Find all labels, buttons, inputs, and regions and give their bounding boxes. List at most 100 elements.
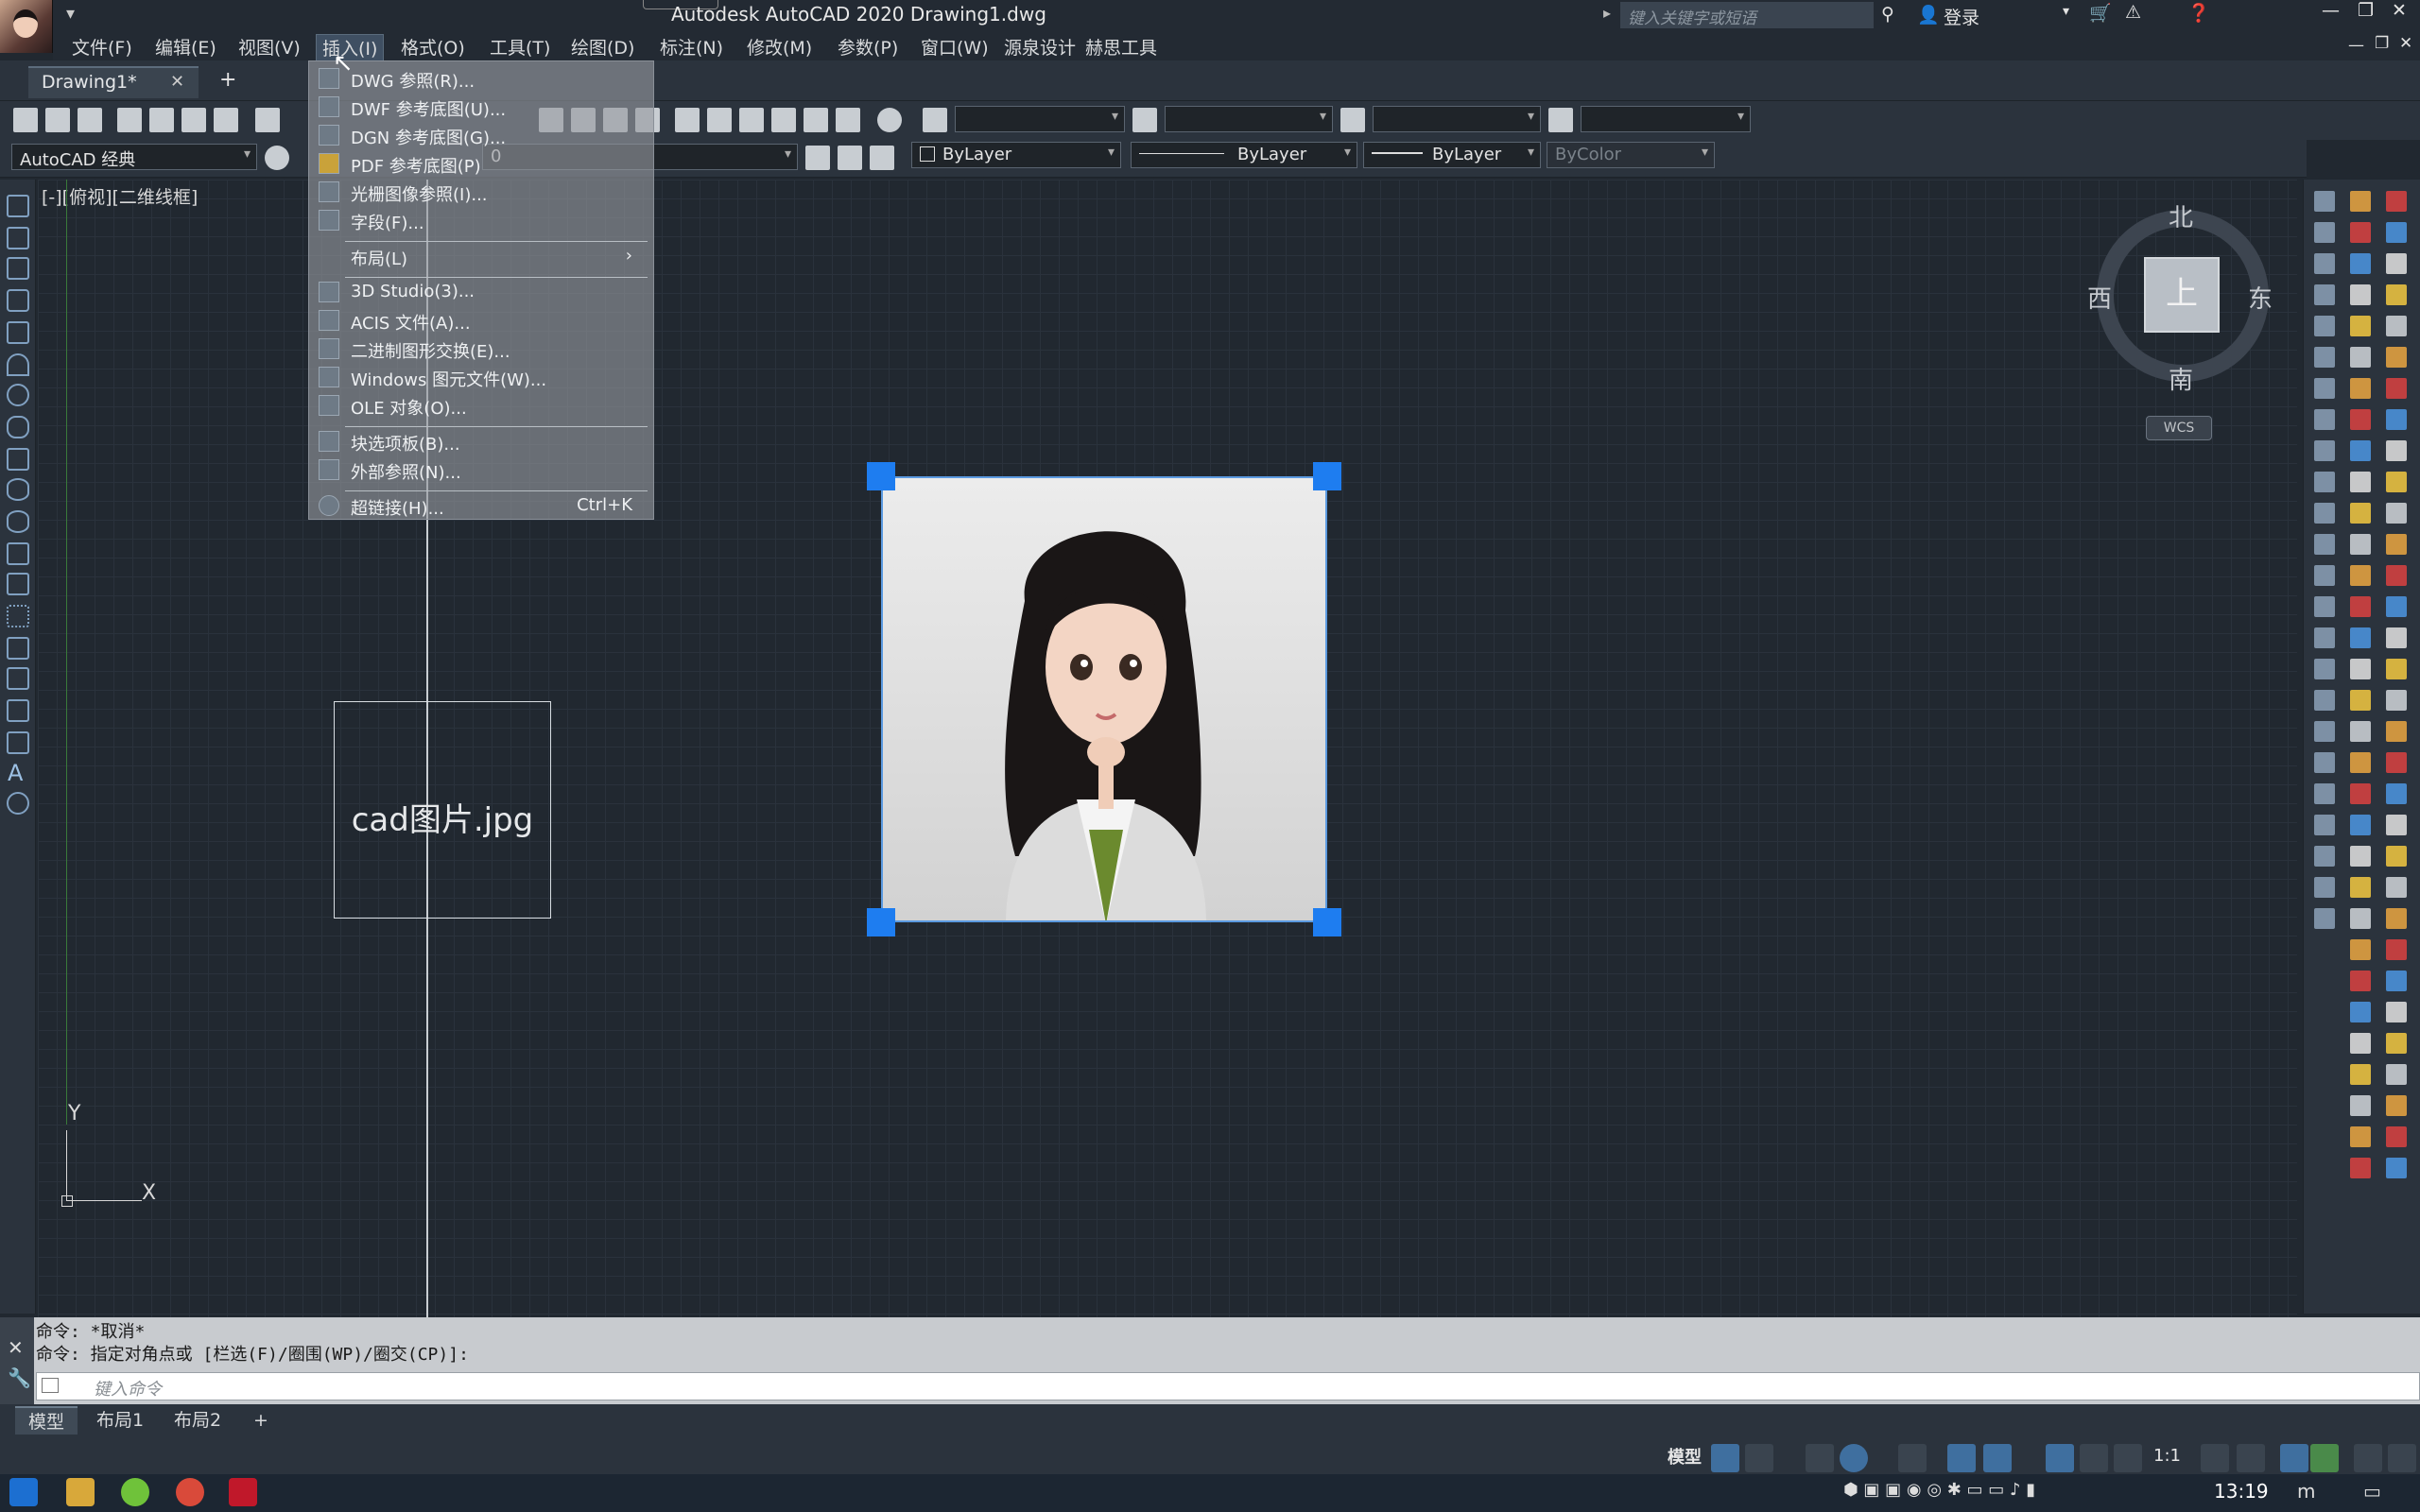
construction-line-icon[interactable] — [7, 227, 29, 249]
search-expand-icon[interactable]: ▸ — [1603, 4, 1611, 22]
modify-tool-icon[interactable] — [2350, 472, 2371, 492]
modify-tool-icon[interactable] — [2350, 721, 2371, 742]
viewport-controls[interactable]: [-][俯视][二维线框] — [42, 183, 198, 209]
scale-select[interactable]: 1:1 — [2153, 1446, 2181, 1466]
color-select[interactable]: ByLayer ▾ — [911, 142, 1121, 168]
modify-tool-icon[interactable] — [2314, 659, 2335, 679]
menu-item-dwf-underlay[interactable]: DWF 参考底图(U)... — [309, 94, 655, 122]
tab-close-icon[interactable]: ✕ — [170, 72, 184, 92]
autocad-taskbar-icon[interactable] — [229, 1478, 257, 1506]
menu-hesi-tools[interactable]: 赫思工具 — [1085, 34, 1157, 60]
modify-tool-icon[interactable] — [2386, 440, 2407, 461]
modify-tool-icon[interactable] — [2350, 627, 2371, 648]
grip-top-right[interactable] — [1313, 462, 1341, 490]
modify-tool-icon[interactable] — [2350, 1158, 2371, 1178]
user-icon[interactable]: 👤 — [1917, 4, 1940, 26]
modify-tool-icon[interactable] — [2350, 284, 2371, 305]
units-icon[interactable] — [2280, 1444, 2308, 1472]
isometric-icon[interactable] — [1898, 1444, 1927, 1472]
menu-item-acis-file[interactable]: ACIS 文件(A)... — [309, 307, 655, 335]
revision-cloud-icon[interactable] — [7, 416, 29, 438]
multileader-style-select[interactable]: ▾ — [1581, 106, 1751, 132]
polyline-icon[interactable] — [7, 257, 29, 280]
hatch-icon[interactable] — [7, 637, 29, 660]
chrome-icon[interactable] — [176, 1478, 204, 1506]
cart-icon[interactable]: 🛒 — [2089, 2, 2112, 24]
modify-tool-icon[interactable] — [2314, 191, 2335, 212]
properties-icon[interactable] — [675, 108, 700, 132]
modify-tool-icon[interactable] — [2386, 690, 2407, 711]
tab-model[interactable]: 模型 — [15, 1406, 78, 1435]
command-input[interactable]: 键入命令 — [36, 1372, 2420, 1400]
table-icon[interactable] — [7, 731, 29, 754]
text-style-select[interactable]: ▾ — [955, 106, 1125, 132]
modify-tool-icon[interactable] — [2314, 596, 2335, 617]
dim-style-select[interactable]: ▾ — [1165, 106, 1333, 132]
doc-minimize-icon[interactable]: — — [2348, 36, 2364, 55]
a360-icon[interactable]: ⚠ — [2125, 2, 2141, 23]
modify-tool-icon[interactable] — [2350, 815, 2371, 835]
modify-tool-icon[interactable] — [2314, 721, 2335, 742]
tab-drawing1[interactable]: Drawing1* ✕ — [28, 66, 199, 98]
modify-tool-icon[interactable] — [2350, 222, 2371, 243]
modify-tool-icon[interactable] — [2314, 846, 2335, 867]
multileader-style-icon[interactable] — [1548, 108, 1573, 132]
cut-icon[interactable] — [255, 108, 280, 132]
workspace-gear-icon[interactable] — [265, 146, 289, 170]
modify-tool-icon[interactable] — [2386, 846, 2407, 867]
modify-tool-icon[interactable] — [2350, 191, 2371, 212]
multiline-text-icon[interactable]: A — [8, 760, 23, 786]
linetype-select[interactable]: ByLayer ▾ — [1131, 142, 1357, 168]
taskbar-clock[interactable]: 13:19 — [2214, 1480, 2269, 1503]
modify-tool-icon[interactable] — [2314, 378, 2335, 399]
menu-item-hyperlink[interactable]: 超链接(H)... Ctrl+K — [309, 492, 655, 521]
table-style-select[interactable]: ▾ — [1373, 106, 1541, 132]
menu-view[interactable]: 视图(V) — [238, 34, 301, 60]
binoculars-icon[interactable]: ⚲ — [1881, 4, 1894, 25]
modify-tool-icon[interactable] — [2350, 752, 2371, 773]
doc-close-icon[interactable]: ✕ — [2399, 34, 2412, 53]
publish-icon[interactable] — [182, 108, 206, 132]
menu-item-dgn-underlay[interactable]: DGN 参考底图(G)... — [309, 122, 655, 150]
menu-item-block-palette[interactable]: 块选项板(B)... — [309, 428, 655, 456]
modify-tool-icon[interactable] — [2386, 1064, 2407, 1085]
annotation-monitor-icon[interactable] — [2237, 1444, 2265, 1472]
modify-tool-icon[interactable] — [2350, 908, 2371, 929]
modify-tool-icon[interactable] — [2350, 565, 2371, 586]
dim-style-icon[interactable] — [1132, 108, 1157, 132]
sheet-set-icon[interactable] — [771, 108, 796, 132]
menu-edit[interactable]: 编辑(E) — [155, 34, 216, 60]
workspace-switch-icon[interactable] — [2201, 1444, 2229, 1472]
modify-tool-icon[interactable] — [2386, 347, 2407, 368]
compass-south[interactable]: 南 — [2169, 361, 2193, 396]
circle-icon[interactable] — [7, 384, 29, 406]
notification-center-icon[interactable]: ▭ — [2363, 1480, 2381, 1503]
plotstyle-select[interactable]: ByColor ▾ — [1547, 142, 1715, 168]
plot-preview-icon[interactable] — [149, 108, 174, 132]
modify-tool-icon[interactable] — [2314, 440, 2335, 461]
modify-tool-icon[interactable] — [2314, 409, 2335, 430]
modify-tool-icon[interactable] — [2350, 503, 2371, 524]
calculator-icon[interactable] — [836, 108, 860, 132]
modify-tool-icon[interactable] — [2350, 939, 2371, 960]
doc-restore-icon[interactable]: ❐ — [2375, 34, 2389, 53]
wechat-icon[interactable] — [121, 1478, 149, 1506]
modify-tool-icon[interactable] — [2350, 409, 2371, 430]
modify-tool-icon[interactable] — [2314, 627, 2335, 648]
modify-tool-icon[interactable] — [2386, 627, 2407, 648]
menu-item-layout[interactable]: 布局(L) › — [309, 243, 655, 271]
modify-tool-icon[interactable] — [2314, 253, 2335, 274]
spline-icon[interactable] — [7, 448, 29, 471]
add-layout-button[interactable]: + — [240, 1406, 282, 1435]
polar-tracking-icon[interactable] — [1840, 1444, 1868, 1472]
customization-menu-icon[interactable] — [2388, 1444, 2416, 1472]
annotation-scale-icon[interactable] — [2114, 1444, 2142, 1472]
minimize-icon[interactable]: — — [2322, 0, 2340, 21]
modify-tool-icon[interactable] — [2386, 409, 2407, 430]
compass-north[interactable]: 北 — [2169, 198, 2193, 233]
command-window-grip[interactable]: ✕ 🔧 — [0, 1317, 34, 1404]
menu-draw[interactable]: 绘图(D) — [571, 34, 634, 60]
table-style-icon[interactable] — [1340, 108, 1365, 132]
new-tab-button[interactable]: + — [219, 68, 236, 92]
quick-access-dropdown-icon[interactable]: ▾ — [66, 4, 75, 24]
